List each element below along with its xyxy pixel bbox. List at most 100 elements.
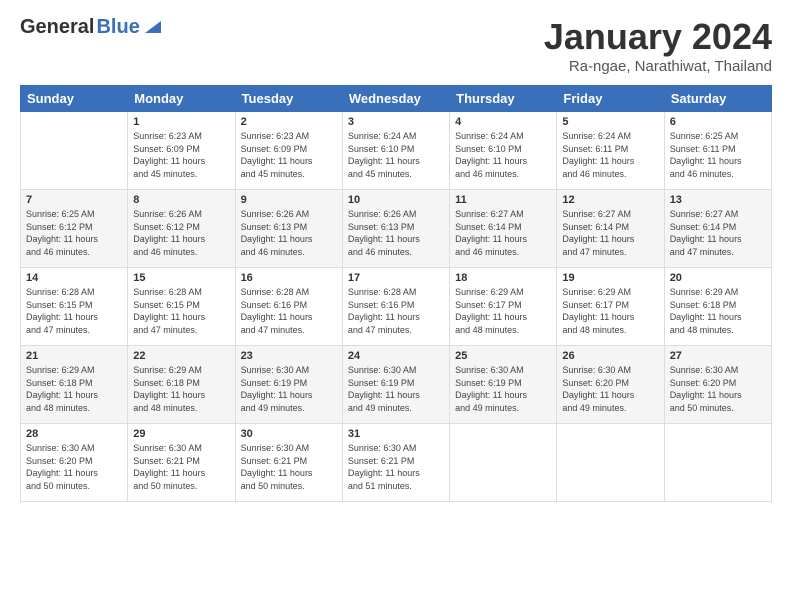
day-info: Sunrise: 6:28 AM Sunset: 6:16 PM Dayligh… bbox=[241, 286, 337, 336]
calendar-cell: 29 Sunrise: 6:30 AM Sunset: 6:21 PM Dayli… bbox=[128, 424, 235, 502]
day-number: 30 bbox=[241, 428, 337, 440]
day-info: Sunrise: 6:29 AM Sunset: 6:17 PM Dayligh… bbox=[562, 286, 658, 336]
day-number: 11 bbox=[455, 194, 551, 206]
calendar-cell bbox=[664, 424, 771, 502]
week-row-4: 21 Sunrise: 6:29 AM Sunset: 6:18 PM Dayli… bbox=[21, 346, 772, 424]
day-info: Sunrise: 6:30 AM Sunset: 6:19 PM Dayligh… bbox=[241, 364, 337, 414]
day-number: 22 bbox=[133, 350, 229, 362]
day-info: Sunrise: 6:30 AM Sunset: 6:20 PM Dayligh… bbox=[562, 364, 658, 414]
calendar-cell: 15 Sunrise: 6:28 AM Sunset: 6:15 PM Dayli… bbox=[128, 268, 235, 346]
day-number: 15 bbox=[133, 272, 229, 284]
day-number: 3 bbox=[348, 116, 444, 128]
day-number: 13 bbox=[670, 194, 766, 206]
column-header-wednesday: Wednesday bbox=[342, 86, 449, 112]
day-info: Sunrise: 6:30 AM Sunset: 6:21 PM Dayligh… bbox=[241, 442, 337, 492]
day-number: 27 bbox=[670, 350, 766, 362]
day-number: 23 bbox=[241, 350, 337, 362]
day-info: Sunrise: 6:29 AM Sunset: 6:18 PM Dayligh… bbox=[133, 364, 229, 414]
calendar-cell bbox=[557, 424, 664, 502]
calendar-cell bbox=[21, 112, 128, 190]
day-info: Sunrise: 6:27 AM Sunset: 6:14 PM Dayligh… bbox=[455, 208, 551, 258]
calendar-cell: 17 Sunrise: 6:28 AM Sunset: 6:16 PM Dayli… bbox=[342, 268, 449, 346]
day-info: Sunrise: 6:29 AM Sunset: 6:18 PM Dayligh… bbox=[26, 364, 122, 414]
column-header-sunday: Sunday bbox=[21, 86, 128, 112]
calendar-cell: 25Sunrise: 6:30 AM Sunset: 6:19 PM Dayli… bbox=[450, 346, 557, 424]
day-info: Sunrise: 6:29 AM Sunset: 6:18 PM Dayligh… bbox=[670, 286, 766, 336]
logo-blue-text: Blue bbox=[96, 16, 139, 39]
logo: General Blue bbox=[20, 16, 161, 39]
day-info: Sunrise: 6:28 AM Sunset: 6:16 PM Dayligh… bbox=[348, 286, 444, 336]
calendar-cell bbox=[450, 424, 557, 502]
month-title: January 2024 bbox=[544, 16, 772, 58]
day-info: Sunrise: 6:25 AM Sunset: 6:12 PM Dayligh… bbox=[26, 208, 122, 258]
day-info: Sunrise: 6:27 AM Sunset: 6:14 PM Dayligh… bbox=[670, 208, 766, 258]
header-row: SundayMondayTuesdayWednesdayThursdayFrid… bbox=[21, 86, 772, 112]
logo-general-text: General bbox=[20, 16, 94, 39]
column-header-saturday: Saturday bbox=[664, 86, 771, 112]
day-number: 7 bbox=[26, 194, 122, 206]
day-info: Sunrise: 6:28 AM Sunset: 6:15 PM Dayligh… bbox=[26, 286, 122, 336]
calendar-cell: 16 Sunrise: 6:28 AM Sunset: 6:16 PM Dayli… bbox=[235, 268, 342, 346]
day-info: Sunrise: 6:26 AM Sunset: 6:13 PM Dayligh… bbox=[348, 208, 444, 258]
day-info: Sunrise: 6:23 AM Sunset: 6:09 PM Dayligh… bbox=[133, 130, 229, 180]
page: General Blue January 2024 Ra-ngae, Narat… bbox=[0, 0, 792, 512]
column-header-tuesday: Tuesday bbox=[235, 86, 342, 112]
day-info: Sunrise: 6:28 AM Sunset: 6:15 PM Dayligh… bbox=[133, 286, 229, 336]
calendar-cell: 4 Sunrise: 6:24 AM Sunset: 6:10 PM Daylig… bbox=[450, 112, 557, 190]
day-number: 29 bbox=[133, 428, 229, 440]
calendar-cell: 5Sunrise: 6:24 AM Sunset: 6:11 PM Daylig… bbox=[557, 112, 664, 190]
calendar-cell: 14 Sunrise: 6:28 AM Sunset: 6:15 PM Dayli… bbox=[21, 268, 128, 346]
column-header-thursday: Thursday bbox=[450, 86, 557, 112]
day-info: Sunrise: 6:29 AM Sunset: 6:17 PM Dayligh… bbox=[455, 286, 551, 336]
calendar-table: SundayMondayTuesdayWednesdayThursdayFrid… bbox=[20, 85, 772, 502]
day-number: 17 bbox=[348, 272, 444, 284]
calendar-cell: 30 Sunrise: 6:30 AM Sunset: 6:21 PM Dayli… bbox=[235, 424, 342, 502]
day-number: 2 bbox=[241, 116, 337, 128]
column-header-monday: Monday bbox=[128, 86, 235, 112]
calendar-cell: 3 Sunrise: 6:24 AM Sunset: 6:10 PM Daylig… bbox=[342, 112, 449, 190]
calendar-cell: 26 Sunrise: 6:30 AM Sunset: 6:20 PM Dayli… bbox=[557, 346, 664, 424]
calendar-cell: 6Sunrise: 6:25 AM Sunset: 6:11 PM Daylig… bbox=[664, 112, 771, 190]
column-header-friday: Friday bbox=[557, 86, 664, 112]
calendar-cell: 31Sunrise: 6:30 AM Sunset: 6:21 PM Dayli… bbox=[342, 424, 449, 502]
logo-arrow-icon bbox=[145, 17, 161, 38]
calendar-cell: 10 Sunrise: 6:26 AM Sunset: 6:13 PM Dayli… bbox=[342, 190, 449, 268]
week-row-1: 1 Sunrise: 6:23 AM Sunset: 6:09 PM Daylig… bbox=[21, 112, 772, 190]
day-info: Sunrise: 6:24 AM Sunset: 6:10 PM Dayligh… bbox=[455, 130, 551, 180]
calendar-cell: 21 Sunrise: 6:29 AM Sunset: 6:18 PM Dayli… bbox=[21, 346, 128, 424]
calendar-cell: 19 Sunrise: 6:29 AM Sunset: 6:17 PM Dayli… bbox=[557, 268, 664, 346]
week-row-5: 28Sunrise: 6:30 AM Sunset: 6:20 PM Dayli… bbox=[21, 424, 772, 502]
day-info: Sunrise: 6:30 AM Sunset: 6:21 PM Dayligh… bbox=[133, 442, 229, 492]
week-row-2: 7 Sunrise: 6:25 AM Sunset: 6:12 PM Daylig… bbox=[21, 190, 772, 268]
calendar-cell: 13 Sunrise: 6:27 AM Sunset: 6:14 PM Dayli… bbox=[664, 190, 771, 268]
calendar-cell: 20Sunrise: 6:29 AM Sunset: 6:18 PM Dayli… bbox=[664, 268, 771, 346]
day-info: Sunrise: 6:26 AM Sunset: 6:13 PM Dayligh… bbox=[241, 208, 337, 258]
day-number: 26 bbox=[562, 350, 658, 362]
day-info: Sunrise: 6:30 AM Sunset: 6:19 PM Dayligh… bbox=[348, 364, 444, 414]
title-section: January 2024 Ra-ngae, Narathiwat, Thaila… bbox=[544, 16, 772, 75]
calendar-cell: 22 Sunrise: 6:29 AM Sunset: 6:18 PM Dayli… bbox=[128, 346, 235, 424]
calendar-cell: 7 Sunrise: 6:25 AM Sunset: 6:12 PM Daylig… bbox=[21, 190, 128, 268]
day-number: 4 bbox=[455, 116, 551, 128]
day-info: Sunrise: 6:30 AM Sunset: 6:21 PM Dayligh… bbox=[348, 442, 444, 492]
day-number: 21 bbox=[26, 350, 122, 362]
day-number: 14 bbox=[26, 272, 122, 284]
day-number: 1 bbox=[133, 116, 229, 128]
calendar-cell: 12Sunrise: 6:27 AM Sunset: 6:14 PM Dayli… bbox=[557, 190, 664, 268]
calendar-cell: 28Sunrise: 6:30 AM Sunset: 6:20 PM Dayli… bbox=[21, 424, 128, 502]
header: General Blue January 2024 Ra-ngae, Narat… bbox=[20, 16, 772, 75]
calendar-cell: 8Sunrise: 6:26 AM Sunset: 6:12 PM Daylig… bbox=[128, 190, 235, 268]
day-info: Sunrise: 6:23 AM Sunset: 6:09 PM Dayligh… bbox=[241, 130, 337, 180]
day-number: 16 bbox=[241, 272, 337, 284]
day-info: Sunrise: 6:24 AM Sunset: 6:10 PM Dayligh… bbox=[348, 130, 444, 180]
calendar-cell: 11 Sunrise: 6:27 AM Sunset: 6:14 PM Dayli… bbox=[450, 190, 557, 268]
day-info: Sunrise: 6:27 AM Sunset: 6:14 PM Dayligh… bbox=[562, 208, 658, 258]
day-number: 19 bbox=[562, 272, 658, 284]
calendar-cell: 24Sunrise: 6:30 AM Sunset: 6:19 PM Dayli… bbox=[342, 346, 449, 424]
day-number: 25 bbox=[455, 350, 551, 362]
day-number: 18 bbox=[455, 272, 551, 284]
day-info: Sunrise: 6:24 AM Sunset: 6:11 PM Dayligh… bbox=[562, 130, 658, 180]
calendar-cell: 18 Sunrise: 6:29 AM Sunset: 6:17 PM Dayli… bbox=[450, 268, 557, 346]
calendar-cell: 2 Sunrise: 6:23 AM Sunset: 6:09 PM Daylig… bbox=[235, 112, 342, 190]
day-number: 10 bbox=[348, 194, 444, 206]
